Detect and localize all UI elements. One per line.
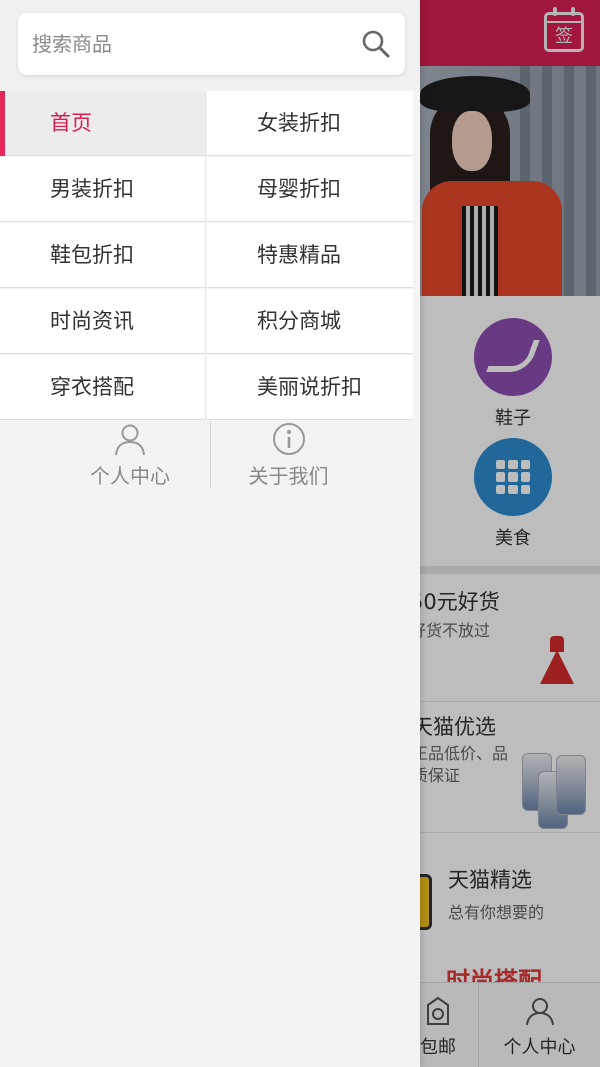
info-icon (272, 423, 305, 455)
search-box (18, 13, 405, 75)
drawer-footer: 个人中心 关于我们 (0, 420, 420, 490)
menu-item-label: 首页 (50, 111, 92, 135)
navigation-drawer: 首页 女装折扣 男装折扣 母婴折扣 鞋包折扣 特惠精品 时尚资讯 积分商城 穿衣… (0, 0, 420, 1067)
menu-item-points-mall[interactable]: 积分商城 (207, 289, 413, 354)
active-indicator (0, 91, 5, 156)
about-label: 关于我们 (248, 464, 329, 488)
search-bar (0, 0, 420, 90)
search-icon[interactable] (361, 29, 391, 59)
menu-item-label: 特惠精品 (257, 243, 341, 267)
profile-link[interactable]: 个人中心 (50, 420, 210, 490)
menu-item-label: 时尚资讯 (50, 309, 134, 333)
menu-item-shoes-bags-discount[interactable]: 鞋包折扣 (0, 223, 206, 288)
menu-item-label: 男装折扣 (50, 177, 134, 201)
menu-item-baby-discount[interactable]: 母婴折扣 (207, 157, 413, 222)
menu-item-label: 积分商城 (257, 309, 341, 333)
menu-item-fashion-news[interactable]: 时尚资讯 (0, 289, 206, 354)
menu-item-label: 美丽说折扣 (257, 375, 362, 399)
menu-item-label: 鞋包折扣 (50, 243, 134, 267)
menu-item-special-deals[interactable]: 特惠精品 (207, 223, 413, 288)
menu-item-outfit-matching[interactable]: 穿衣搭配 (0, 355, 206, 420)
about-link[interactable]: 关于我们 (211, 420, 366, 490)
menu-item-meilishuo-discount[interactable]: 美丽说折扣 (207, 355, 413, 420)
user-icon (115, 424, 145, 456)
profile-label: 个人中心 (90, 464, 170, 488)
menu-item-label: 母婴折扣 (257, 177, 341, 201)
search-input[interactable] (18, 13, 338, 75)
menu-item-womens-discount[interactable]: 女装折扣 (207, 91, 413, 156)
menu-item-label: 穿衣搭配 (50, 375, 134, 399)
menu-item-home[interactable]: 首页 (0, 91, 206, 156)
menu-item-label: 女装折扣 (257, 111, 341, 135)
menu-item-mens-discount[interactable]: 男装折扣 (0, 157, 206, 222)
